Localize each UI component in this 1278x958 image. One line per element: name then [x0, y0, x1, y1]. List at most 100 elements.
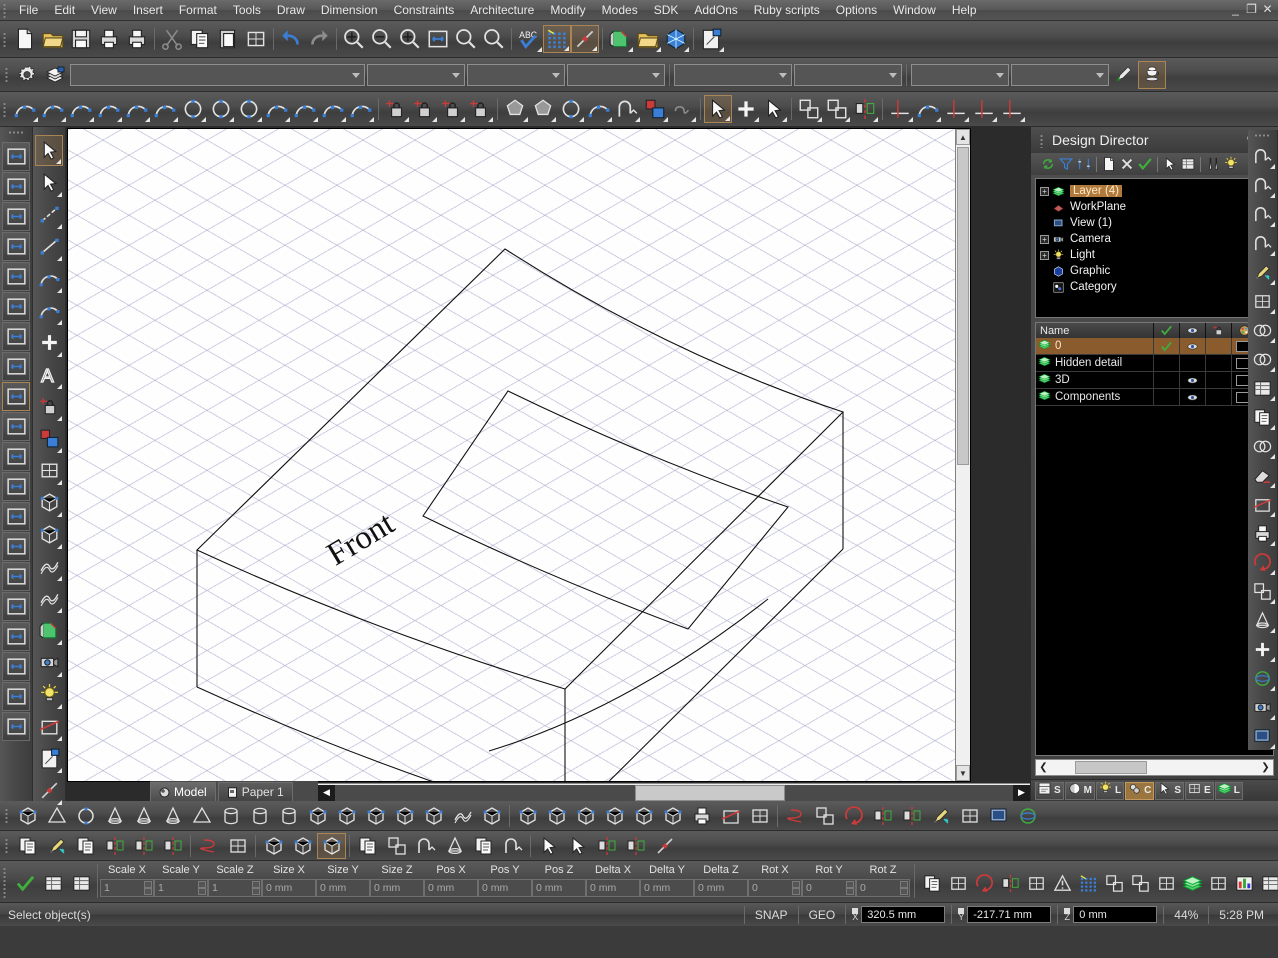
arc-center-icon[interactable]: [39, 95, 67, 123]
camera-add-icon[interactable]: [1250, 693, 1276, 721]
align-icon[interactable]: [851, 95, 879, 123]
menu-addons[interactable]: AddOns: [686, 1, 745, 20]
circle-tangent-icon[interactable]: [179, 95, 207, 123]
warn-props-icon[interactable]: [1049, 866, 1075, 900]
property-toolbar-grip[interactable]: [4, 66, 11, 83]
col-name[interactable]: Name: [1036, 323, 1154, 338]
snap-grid-icon[interactable]: [543, 25, 571, 53]
rot-z-field-spinner[interactable]: [900, 881, 908, 895]
coil-icon[interactable]: [216, 803, 245, 829]
revision-cloud-icon[interactable]: [669, 95, 697, 123]
mirror-props-icon[interactable]: [997, 866, 1023, 900]
scale-x-field-spinner[interactable]: [144, 881, 152, 895]
apply-icon[interactable]: [1136, 156, 1153, 173]
align-center-icon[interactable]: [158, 833, 187, 859]
scale-y-field-spinner[interactable]: [198, 881, 206, 895]
open-icon[interactable]: [39, 25, 67, 53]
chevron-down-icon[interactable]: [552, 73, 560, 78]
scroll-up-button[interactable]: ▲: [956, 129, 970, 145]
constraint-lock-icon[interactable]: [35, 391, 63, 422]
report-panel-icon[interactable]: [2, 712, 30, 741]
scale-z-field-spinner[interactable]: [252, 881, 260, 895]
layer-active-cell[interactable]: [1154, 355, 1180, 371]
union-icon[interactable]: [1250, 316, 1276, 344]
move-copy-icon[interactable]: [13, 833, 42, 859]
layer-visible-cell[interactable]: [1180, 389, 1206, 405]
helix-icon[interactable]: [781, 803, 810, 829]
text-icon[interactable]: A: [35, 359, 63, 390]
array-props-icon[interactable]: [1127, 866, 1153, 900]
zoom-all-icon[interactable]: [480, 25, 508, 53]
dd-scroll-left[interactable]: ❮: [1036, 762, 1051, 773]
zoom-level[interactable]: 44%: [1163, 906, 1208, 924]
layer-props-icon[interactable]: [1179, 866, 1205, 900]
layer-visible-cell[interactable]: [1180, 355, 1206, 371]
layer-locked-cell[interactable]: [1206, 355, 1232, 371]
rot-y-field-input[interactable]: 0: [802, 879, 856, 897]
properties-grip[interactable]: [2, 866, 9, 898]
sort-icon[interactable]: [1075, 156, 1092, 173]
move-along-icon[interactable]: [42, 833, 71, 859]
3d-rotate-icon[interactable]: [839, 803, 868, 829]
circle-3tan-icon[interactable]: [235, 95, 263, 123]
layer-visible-cell[interactable]: [1180, 372, 1206, 388]
export-tool-icon[interactable]: [35, 743, 63, 774]
zoom-out-icon[interactable]: [368, 25, 396, 53]
hatch-icon[interactable]: [641, 95, 669, 123]
polygon-icon[interactable]: [501, 95, 529, 123]
3d-tool-icon[interactable]: [35, 455, 63, 486]
select-cursor-icon[interactable]: [35, 135, 63, 166]
chart-props-icon[interactable]: [1231, 866, 1257, 900]
chevron-down-icon[interactable]: [779, 73, 787, 78]
entity-snap-icon[interactable]: [571, 25, 599, 53]
expand-icon[interactable]: +: [1040, 251, 1049, 260]
layer-visible-cell[interactable]: [1180, 338, 1206, 354]
intersect-solid-icon[interactable]: [600, 803, 629, 829]
point-icon[interactable]: [35, 327, 63, 358]
refresh-icon[interactable]: [1039, 156, 1056, 173]
polysolid-icon[interactable]: [477, 803, 506, 829]
linetype-combo[interactable]: [467, 64, 565, 86]
select-point-icon[interactable]: [732, 95, 760, 123]
taper-solid-icon[interactable]: [658, 803, 687, 829]
union-solid-icon[interactable]: [542, 803, 571, 829]
menu-insert[interactable]: Insert: [125, 1, 171, 20]
3d-orbit-icon[interactable]: [1013, 803, 1042, 829]
cursor-select-icon[interactable]: [534, 833, 563, 859]
rotate-copy-icon[interactable]: [353, 833, 382, 859]
tree-item-light[interactable]: +Light: [1040, 247, 1273, 263]
zoom-in-icon[interactable]: [340, 25, 368, 53]
arc-tangent-icon[interactable]: [67, 95, 95, 123]
ellipse-sweep-icon[interactable]: [557, 95, 585, 123]
layer-active-cell[interactable]: [1154, 372, 1180, 388]
coord-z-value[interactable]: 0 mm: [1073, 906, 1157, 923]
clear-properties-icon[interactable]: [39, 866, 67, 900]
print-icon[interactable]: [95, 25, 123, 53]
dd-scroll-track[interactable]: [1051, 761, 1258, 774]
delta-y-field-input[interactable]: 0 mm: [640, 879, 694, 897]
redo-icon[interactable]: [305, 25, 333, 53]
menu-ruby-scripts[interactable]: Ruby scripts: [746, 1, 828, 20]
color-combo[interactable]: [367, 64, 465, 86]
cut-icon[interactable]: [158, 25, 186, 53]
copy-props-icon[interactable]: [919, 866, 945, 900]
dome-icon[interactable]: [100, 803, 129, 829]
drawing-area[interactable]: Front ▲ ▼ Model Paper 1: [66, 127, 1030, 801]
box-icon[interactable]: [13, 803, 42, 829]
block-edit-icon[interactable]: [410, 95, 438, 123]
ellipse-arc-icon[interactable]: [319, 95, 347, 123]
tree-item-category[interactable]: Category: [1040, 279, 1273, 295]
block-insert-icon[interactable]: [382, 95, 410, 123]
mesh-box-icon[interactable]: [419, 803, 448, 829]
expand-icon[interactable]: +: [1040, 187, 1049, 196]
shell-solid-icon[interactable]: [629, 803, 658, 829]
box-solid-icon[interactable]: [35, 487, 63, 518]
dd-scroll-thumb[interactable]: [1075, 761, 1147, 774]
select-box-icon[interactable]: [317, 833, 346, 859]
structure-panel-icon[interactable]: [2, 652, 30, 681]
erase-copy-icon[interactable]: [71, 833, 100, 859]
rotate-3d-icon[interactable]: [1250, 548, 1276, 576]
properties-list-icon[interactable]: [67, 866, 95, 900]
menu-options[interactable]: Options: [828, 1, 885, 20]
rot-z-field-input[interactable]: 0: [856, 879, 910, 897]
